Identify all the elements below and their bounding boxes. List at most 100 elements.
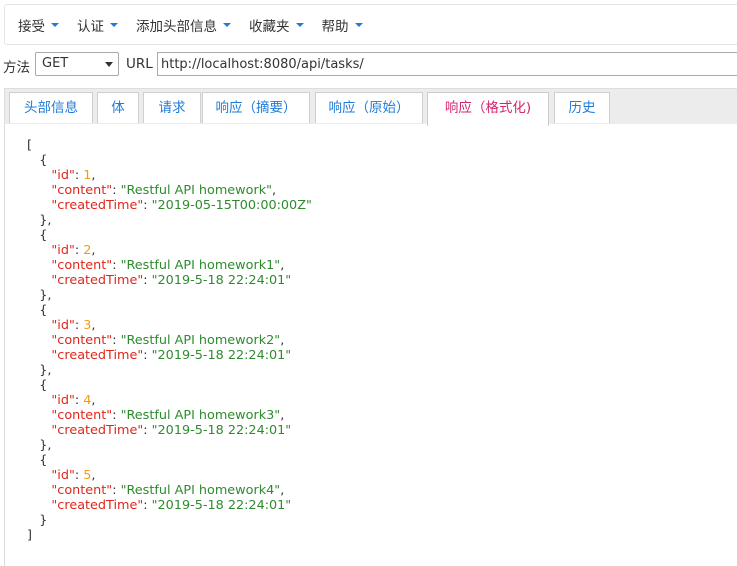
json-key: "createdTime" bbox=[51, 423, 144, 438]
menu-favorites-label: 收藏夹 bbox=[249, 18, 290, 35]
json-line: "id": 5, bbox=[27, 468, 312, 483]
json-line: }, bbox=[27, 438, 312, 453]
json-line: "content": "Restful API homework4", bbox=[27, 483, 312, 498]
json-key: "createdTime" bbox=[51, 498, 144, 513]
json-line: { bbox=[27, 453, 312, 468]
json-string-value: "Restful API homework2" bbox=[120, 333, 281, 348]
caret-down-icon bbox=[51, 22, 59, 27]
json-key: "id" bbox=[51, 318, 75, 333]
json-line: "createdTime": "2019-5-18 22:24:01" bbox=[27, 348, 312, 363]
json-punct: : bbox=[112, 483, 121, 498]
menu-accept[interactable]: 接受 bbox=[9, 5, 68, 44]
json-punct: : bbox=[143, 423, 152, 438]
json-line: { bbox=[27, 378, 312, 393]
menu-accept-label: 接受 bbox=[18, 18, 45, 35]
tab-request[interactable]: 请求 bbox=[143, 92, 201, 123]
json-line: ] bbox=[27, 528, 312, 543]
json-punct: : bbox=[74, 393, 84, 408]
json-key: "createdTime" bbox=[51, 273, 144, 288]
tab-response-summary[interactable]: 响应（摘要） bbox=[202, 92, 310, 123]
json-line: }, bbox=[27, 363, 312, 378]
json-line: }, bbox=[27, 288, 312, 303]
menu-add-headers[interactable]: 添加头部信息 bbox=[127, 5, 240, 44]
tab-headers-label: 头部信息 bbox=[24, 100, 78, 116]
caret-down-icon bbox=[295, 22, 304, 27]
json-line: { bbox=[27, 228, 312, 243]
tab-request-label: 请求 bbox=[158, 100, 186, 116]
json-line: { bbox=[27, 303, 312, 318]
menu-auth-label: 认证 bbox=[77, 18, 104, 35]
caret-down-icon bbox=[110, 22, 118, 27]
method-label: 方法 bbox=[3, 60, 30, 76]
json-punct: : bbox=[112, 408, 121, 423]
json-key: "id" bbox=[51, 168, 75, 183]
json-line: } bbox=[27, 513, 312, 528]
tab-history[interactable]: 历史 bbox=[554, 92, 610, 123]
dropdown-arrow-icon bbox=[105, 62, 113, 67]
request-row: 方法 GET URL bbox=[0, 52, 737, 76]
tab-response-raw[interactable]: 响应（原始） bbox=[315, 92, 423, 123]
json-punct: , bbox=[280, 333, 285, 348]
json-line: "id": 3, bbox=[27, 318, 312, 333]
json-string-value: "Restful API homework" bbox=[120, 183, 273, 198]
json-string-value: "2019-5-18 22:24:01" bbox=[151, 273, 292, 288]
json-punct: : bbox=[143, 498, 152, 513]
json-key: "content" bbox=[51, 483, 113, 498]
json-line: "createdTime": "2019-5-18 22:24:01" bbox=[27, 273, 312, 288]
json-punct: : bbox=[112, 258, 121, 273]
tab-body[interactable]: 体 bbox=[97, 92, 139, 123]
tab-body-label: 体 bbox=[111, 100, 125, 116]
json-bracket: [ bbox=[27, 138, 32, 153]
menu-favorites[interactable]: 收藏夹 bbox=[240, 5, 313, 44]
json-brace: { bbox=[27, 453, 48, 468]
json-string-value: "2019-5-18 22:24:01" bbox=[151, 348, 292, 363]
json-punct: : bbox=[143, 198, 152, 213]
json-bracket: ] bbox=[27, 528, 32, 543]
json-line: "id": 1, bbox=[27, 168, 312, 183]
json-line: "id": 2, bbox=[27, 243, 312, 258]
response-tab-bar: 头部信息 体 请求 响应（摘要） 响应（原始） 响应（格式化) 历史 bbox=[4, 88, 737, 126]
tab-headers[interactable]: 头部信息 bbox=[9, 92, 93, 123]
menu-help[interactable]: 帮助 bbox=[313, 5, 372, 44]
json-punct: : bbox=[143, 348, 152, 363]
method-select[interactable]: GET bbox=[35, 52, 119, 76]
tab-response-formatted[interactable]: 响应（格式化) bbox=[427, 92, 549, 126]
json-punct: : bbox=[112, 183, 121, 198]
json-key: "content" bbox=[51, 333, 113, 348]
menu-auth[interactable]: 认证 bbox=[68, 5, 127, 44]
json-brace: }, bbox=[27, 438, 52, 453]
json-string-value: "Restful API homework4" bbox=[120, 483, 281, 498]
tab-response-raw-label: 响应（原始） bbox=[328, 100, 410, 116]
json-punct: , bbox=[91, 318, 96, 333]
json-punct: : bbox=[143, 273, 152, 288]
json-string-value: "2019-5-18 22:24:01" bbox=[151, 498, 292, 513]
json-line: "content": "Restful API homework3", bbox=[27, 408, 312, 423]
caret-down-icon bbox=[354, 22, 363, 27]
json-key: "content" bbox=[51, 408, 113, 423]
json-punct: , bbox=[280, 258, 285, 273]
json-line: "content": "Restful API homework2", bbox=[27, 333, 312, 348]
url-input[interactable] bbox=[157, 52, 737, 76]
json-punct: : bbox=[74, 318, 84, 333]
json-brace: { bbox=[27, 378, 48, 393]
json-key: "id" bbox=[51, 468, 75, 483]
json-line: }, bbox=[27, 213, 312, 228]
json-brace: }, bbox=[27, 363, 52, 378]
json-line: "content": "Restful API homework1", bbox=[27, 258, 312, 273]
json-key: "content" bbox=[51, 258, 113, 273]
tab-response-summary-label: 响应（摘要） bbox=[215, 100, 297, 116]
json-punct: : bbox=[112, 333, 121, 348]
response-panel: [ { "id": 1, "content": "Restful API hom… bbox=[4, 124, 737, 566]
